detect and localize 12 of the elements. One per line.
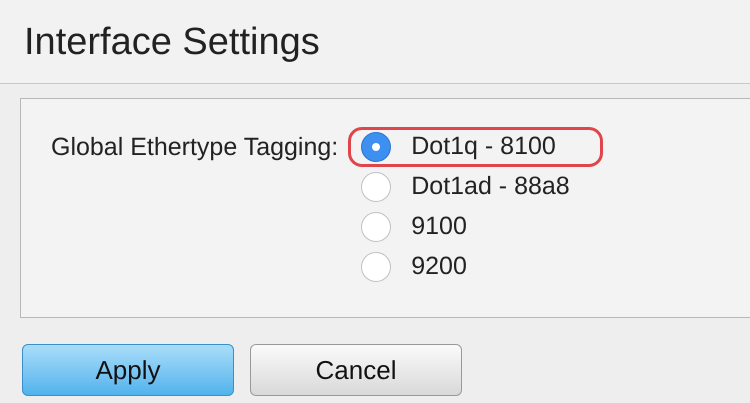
radio-option[interactable]: Dot1ad - 88a8 (348, 167, 603, 207)
apply-button[interactable]: Apply (22, 344, 234, 396)
radio-button[interactable] (361, 172, 392, 202)
radio-option[interactable]: 9200 (348, 247, 603, 287)
radio-option[interactable]: Dot1q - 8100 (348, 127, 603, 167)
page-title: Interface Settings (24, 22, 320, 60)
cancel-button[interactable]: Cancel (250, 344, 462, 396)
field-label: Global Ethertype Tagging: (51, 132, 338, 163)
radio-button[interactable] (361, 132, 392, 162)
radio-option[interactable]: 9100 (348, 207, 603, 247)
radio-button[interactable] (361, 252, 392, 282)
radio-button[interactable] (361, 212, 392, 242)
